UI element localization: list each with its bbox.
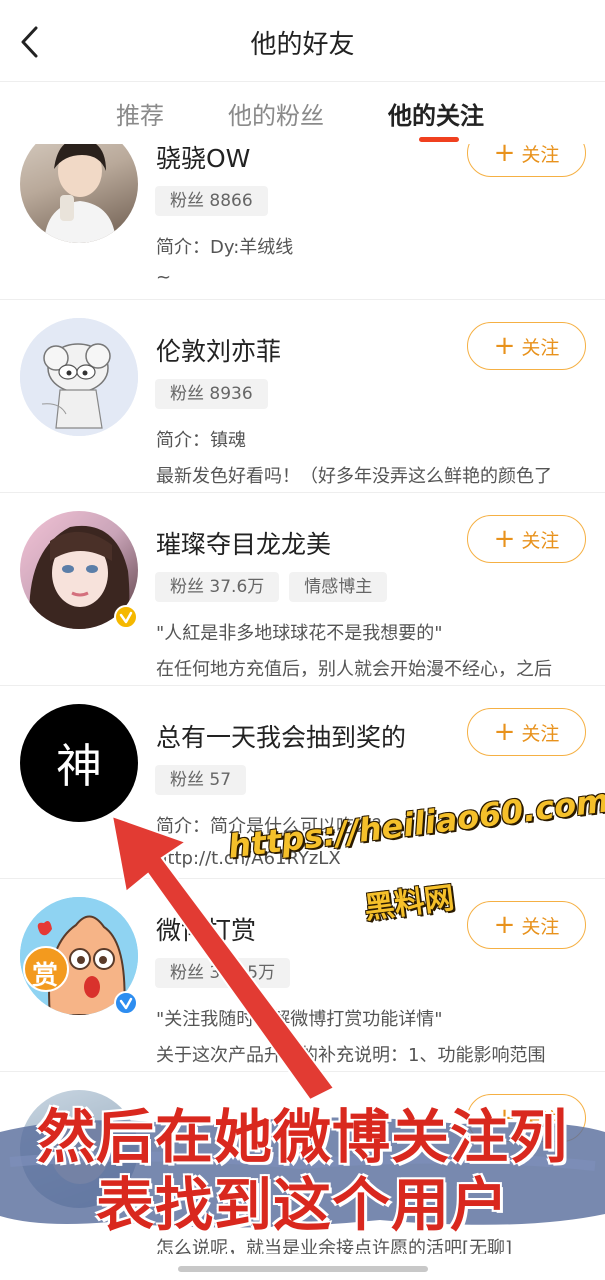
tag-list: 粉丝 8866 <box>155 186 268 216</box>
tab-his-fans[interactable]: 他的粉丝 <box>228 96 324 131</box>
follow-label: 关注 <box>521 915 560 938</box>
category-tag: 情感博主 <box>289 572 388 602</box>
list-item[interactable]: 璀璨夺目龙龙美 粉丝 37.6万 情感博主 "人紅是非多地球球花不是我想要的" … <box>0 493 605 686</box>
user-bio: "关注我随时了解微博打赏功能详情" <box>156 1009 443 1030</box>
avatar[interactable] <box>20 1090 138 1208</box>
list-item[interactable]: 神 总有一天我会抽到奖的 粉丝 57 简介：简介是什么可以吃么？ http://… <box>0 686 605 879</box>
follow-button[interactable]: + 关注 <box>467 1094 586 1142</box>
photo-avatar-icon <box>50 1116 110 1184</box>
user-name[interactable]: 微博打赏 <box>156 911 256 947</box>
fans-count-tag: 粉丝 57 <box>155 765 247 795</box>
tag-list: 粉丝 362.5万 <box>155 958 291 988</box>
reward-badge-text: 赏 <box>32 961 59 991</box>
user-latest-post: 关于这次产品升级的补充说明：1、功能影响范围 <box>156 1045 546 1066</box>
active-tab-indicator <box>419 137 459 142</box>
follow-button[interactable]: + 关注 <box>467 144 586 177</box>
follow-button[interactable]: + 关注 <box>467 708 586 756</box>
nav-bar: 他的好友 <box>0 0 605 82</box>
follow-button[interactable]: + 关注 <box>467 322 586 370</box>
home-indicator <box>178 1266 428 1272</box>
user-bio: 简介：简介是什么可以吃么？ <box>156 816 390 837</box>
avatar[interactable] <box>20 318 138 436</box>
tab-his-following[interactable]: 他的关注 <box>388 96 484 131</box>
tab-recommend[interactable]: 推荐 <box>116 96 164 131</box>
plus-icon: + <box>493 331 516 361</box>
user-latest-post: 最新发色好看吗！（好多年没弄这么鲜艳的颜色了 <box>156 466 552 487</box>
follow-label: 关注 <box>521 336 560 359</box>
user-name[interactable]: 伦敦刘亦菲 <box>156 332 281 368</box>
follow-label: 关注 <box>521 722 560 745</box>
user-latest-post: ~ <box>156 267 172 288</box>
user-name[interactable]: 骁骁OW <box>156 144 250 175</box>
fans-count-tag: 粉丝 37.6万 <box>155 572 280 602</box>
list-item[interactable]: 怎么说呢，就当是业余接点许愿的活吧[无聊] + 关注 <box>0 1072 605 1254</box>
photo-avatar-icon <box>44 144 116 243</box>
verified-badge-icon <box>114 991 138 1015</box>
plus-icon: + <box>493 717 516 747</box>
page-title: 他的好友 <box>250 30 355 60</box>
avatar[interactable] <box>20 144 138 243</box>
follow-button[interactable]: + 关注 <box>467 901 586 949</box>
fans-count-tag: 粉丝 8936 <box>155 379 268 409</box>
user-bio: 简介：Dy:羊绒线 <box>156 237 294 258</box>
list-item[interactable]: 骁骁OW 粉丝 8866 简介：Dy:羊绒线 ~ + 关注 <box>0 144 605 300</box>
follow-label: 关注 <box>521 1108 560 1131</box>
plus-icon: + <box>493 910 516 940</box>
cartoon-avatar-icon <box>20 318 138 436</box>
plus-icon: + <box>493 1103 516 1133</box>
user-bio: 简介：镇魂 <box>156 430 246 451</box>
tag-list: 粉丝 37.6万 情感博主 <box>155 572 388 602</box>
follow-label: 关注 <box>521 144 560 166</box>
fans-count-tag: 粉丝 362.5万 <box>155 958 291 988</box>
follow-button[interactable]: + 关注 <box>467 515 586 563</box>
plus-icon: + <box>493 524 516 554</box>
user-latest-post[interactable]: http://t.cn/A61RYzLX <box>156 848 341 869</box>
user-bio: "人紅是非多地球球花不是我想要的" <box>156 623 443 644</box>
avatar[interactable]: 神 <box>20 704 138 822</box>
list-item[interactable]: 伦敦刘亦菲 粉丝 8936 简介：镇魂 最新发色好看吗！（好多年没弄这么鲜艳的颜… <box>0 300 605 493</box>
text-avatar-icon: 神 <box>56 739 102 793</box>
user-name[interactable]: 璀璨夺目龙龙美 <box>156 525 331 561</box>
tag-list: 粉丝 8936 <box>155 379 268 409</box>
plus-icon: + <box>493 144 516 168</box>
user-latest-post: 在任何地方充值后，别人就会开始漫不经心，之后 <box>156 659 552 680</box>
fans-count-tag: 粉丝 8866 <box>155 186 268 216</box>
tag-list: 粉丝 57 <box>155 765 247 795</box>
following-list[interactable]: 骁骁OW 粉丝 8866 简介：Dy:羊绒线 ~ + 关注 伦敦刘亦菲 粉丝 8… <box>0 144 605 1254</box>
tab-bar: 推荐 他的粉丝 他的关注 <box>0 82 605 144</box>
user-latest-post: 怎么说呢，就当是业余接点许愿的活吧[无聊] <box>156 1238 513 1254</box>
verified-badge-icon <box>114 605 138 629</box>
user-name[interactable]: 总有一天我会抽到奖的 <box>156 718 406 754</box>
follow-label: 关注 <box>521 529 560 552</box>
list-item[interactable]: 赏 微博打赏 粉丝 362.5万 "关注我随时了解微博打赏功能详情" 关于这次产… <box>0 879 605 1072</box>
